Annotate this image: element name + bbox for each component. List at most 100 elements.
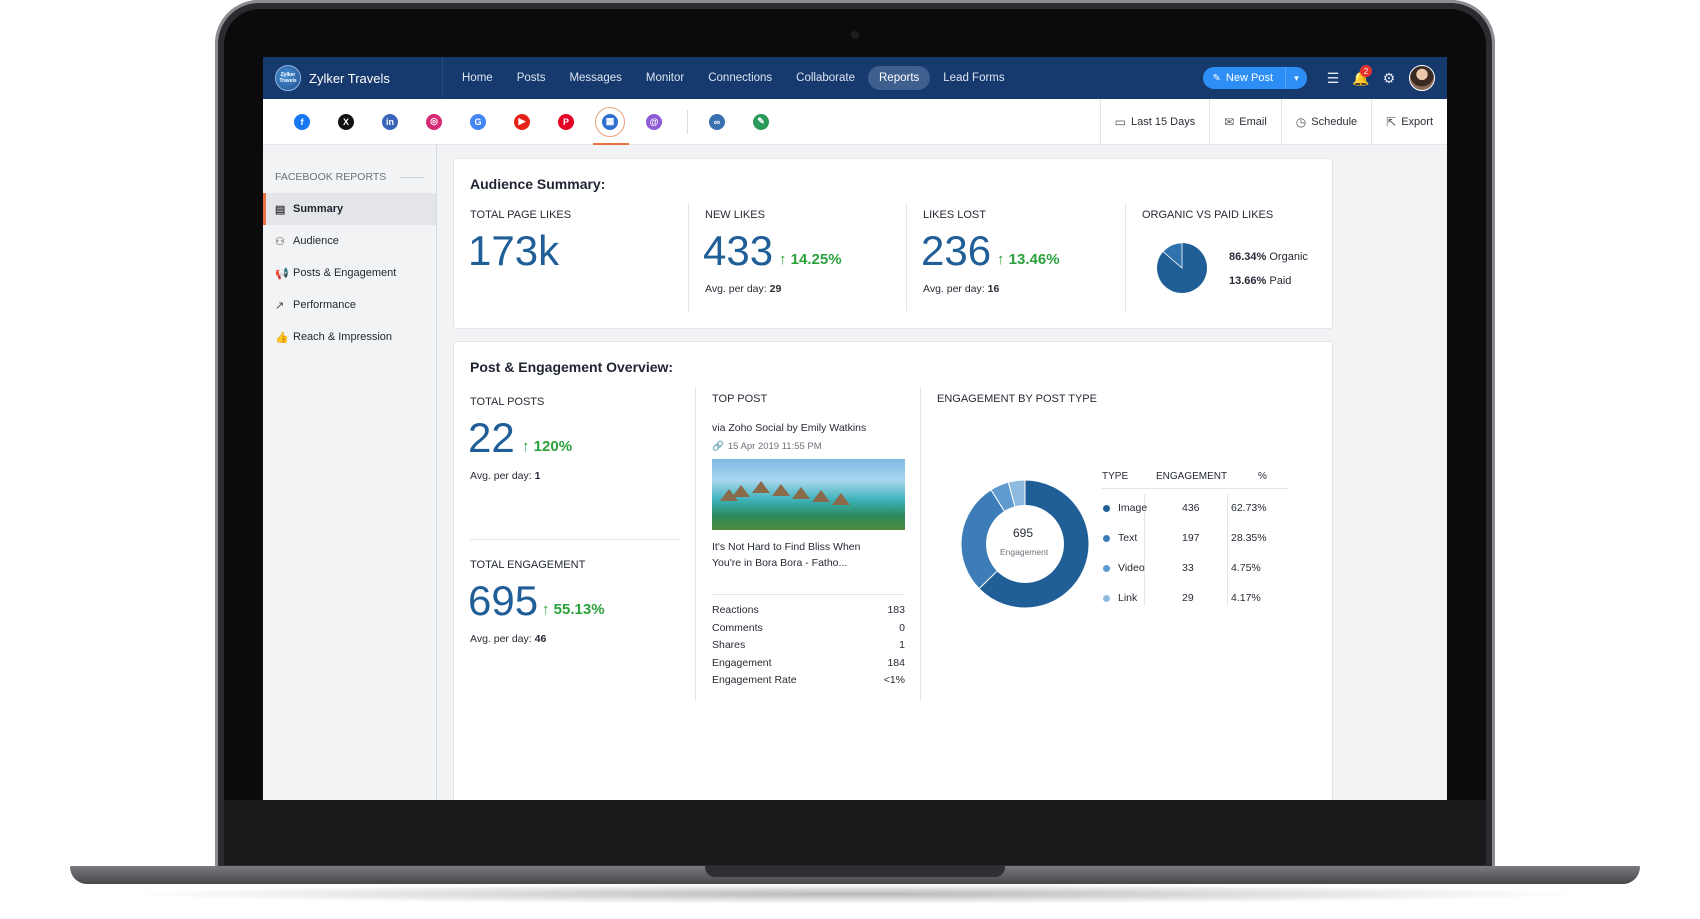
schedule-label: Schedule [1311,115,1358,128]
leaf-icon: ✎ [753,113,769,130]
likes-lost-value: 236 [921,227,992,274]
notification-bell-icon[interactable]: 🔔 2 [1347,64,1375,92]
facebook-channel[interactable]: f [287,107,317,137]
table-cell-pct: 28.35% [1231,532,1267,544]
thumbs-up-icon: 👍 [275,331,289,344]
date-range-label: Last 15 Days [1131,115,1196,128]
brand-name: Zylker Travels [309,70,390,86]
arrow-up-icon: ↑ [779,251,787,268]
likes-lost-label: LIKES LOST [923,209,986,221]
nav-item-messages[interactable]: Messages [558,66,632,90]
report-main: Audience Summary: TOTAL PAGE LIKES 173k … [437,145,1447,800]
link-icon: ∞ [709,113,725,130]
microsoft-channel[interactable]: ▦ [593,106,629,145]
threads-icon: @ [646,113,662,130]
reports-sidebar: FACEBOOK REPORTS ▤ Summary ⚇ Audience 📢 Pos… [263,145,437,800]
channel-list: f Xin ◎ G ▶ P ▦ @ ∞ ✎ [263,106,790,145]
new-likes-avg: Avg. per day: 29 [705,283,782,295]
chevron-down-icon[interactable]: ▾ [1285,67,1307,89]
sidebar-item-performance[interactable]: ↗ Performance [263,289,436,321]
brand-logo: Zylker Travels [275,65,301,91]
divider [688,203,689,311]
export-icon: ⇱ [1386,114,1397,129]
trend-icon: ↗ [275,299,285,312]
top-nav: Zylker Travels Zylker Travels Home Posts M… [263,57,1447,99]
sidebar-item-reach-impression[interactable]: 👍 Reach & Impression [263,321,436,353]
organic-vs-paid-label: ORGANIC VS PAID LIKES [1142,209,1274,221]
table-cell-type: Video [1118,562,1145,574]
avatar[interactable] [1409,65,1435,91]
arrow-up-icon: ↑ [997,251,1005,268]
laptop-mockup: Zylker Travels Zylker Travels Home Posts M… [0,0,1700,919]
gear-icon[interactable]: ⚙ [1375,64,1403,92]
new-post-button[interactable]: ✎ New Post ▾ [1202,67,1307,89]
notification-badge: 2 [1360,65,1372,77]
organic-legend: 86.34% Organic [1229,251,1308,263]
paid-legend: 13.66% Paid [1229,275,1292,287]
new-likes-delta: ↑ 14.25% [779,251,842,268]
organic-paid-pie [1157,242,1207,293]
nav-item-home[interactable]: Home [451,66,504,90]
legend-dot [1103,565,1110,572]
report-actions: ▭ Last 15 Days ✉ Email ◷ Schedule ⇱ Export [1099,98,1447,145]
laptop-notch [705,866,1005,877]
legend-dot [1103,535,1110,542]
laptop-shadow [120,884,1590,904]
likes-lost-avg: Avg. per day: 16 [923,283,1000,295]
divider [906,203,907,311]
table-cell-pct: 4.75% [1231,562,1261,574]
nav-item-monitor[interactable]: Monitor [635,66,695,90]
x-channel[interactable]: X [331,107,361,137]
nav-item-connections[interactable]: Connections [697,66,783,90]
nav-item-lead-forms[interactable]: Lead Forms [932,66,1015,90]
menu-icon[interactable]: ☰ [1319,64,1347,92]
microsoft-icon: ▦ [602,113,618,130]
export-label: Export [1401,115,1433,128]
linkedin-channel[interactable]: in [375,107,405,137]
leaf-channel[interactable]: ✎ [746,107,776,137]
export-button[interactable]: ⇱ Export [1371,98,1447,145]
sidebar-item-summary[interactable]: ▤ Summary [263,193,436,225]
clock-icon: ◷ [1295,114,1307,129]
megaphone-icon: 📢 [275,267,289,280]
sidebar-item-posts-engagement[interactable]: 📢 Posts & Engagement [263,257,436,289]
divider [1125,203,1126,311]
legend-dot [1103,595,1110,602]
nav-item-posts[interactable]: Posts [506,66,557,90]
total-page-likes-label: TOTAL PAGE LIKES [470,209,572,221]
date-range-button[interactable]: ▭ Last 15 Days [1099,98,1210,145]
linkedin-icon: in [382,113,398,130]
likes-lost-delta: ↑ 13.46% [997,251,1060,268]
youtube-icon: ▶ [514,113,530,130]
camera-icon [851,31,859,39]
google-icon: G [470,113,486,130]
schedule-button[interactable]: ◷ Schedule [1280,98,1371,145]
audience-summary-title: Audience Summary: [470,176,606,192]
email-button[interactable]: ✉ Email [1209,98,1281,145]
nav-item-collaborate[interactable]: Collaborate [785,66,866,90]
threads-channel[interactable]: @ [639,107,669,137]
link-channel[interactable]: ∞ [702,107,732,137]
new-likes-value: 433 [703,227,774,274]
document-icon: ▤ [275,203,286,216]
pinterest-icon: P [558,113,574,130]
sidebar-item-audience[interactable]: ⚇ Audience [263,225,436,257]
instagram-channel[interactable]: ◎ [419,107,449,137]
google-channel[interactable]: G [463,107,493,137]
nav-right: ✎ New Post ▾ ☰ 🔔 2 ⚙ [1202,64,1447,92]
table-cell-type: Image [1118,502,1148,514]
table-cell-engagement: 436 [1182,502,1200,514]
audience-summary-card: Audience Summary: TOTAL PAGE LIKES 173k … [453,158,1333,329]
total-page-likes-value: 173k [468,227,560,274]
pinterest-channel[interactable]: P [551,107,581,137]
x-icon: X [338,113,354,130]
nav-item-reports[interactable]: Reports [868,66,931,90]
new-likes-label: NEW LIKES [705,209,765,221]
legend-dot [1103,505,1110,512]
youtube-channel[interactable]: ▶ [507,107,537,137]
brand[interactable]: Zylker Travels Zylker Travels [263,57,443,99]
table-cell-engagement: 33 [1182,562,1194,574]
table-cell-type: Text [1118,532,1138,544]
engagement-type-table: Image 436 62.73% Text 197 28.35% Video 33 4.75% L… [454,342,1334,800]
instagram-icon: ◎ [426,113,442,130]
